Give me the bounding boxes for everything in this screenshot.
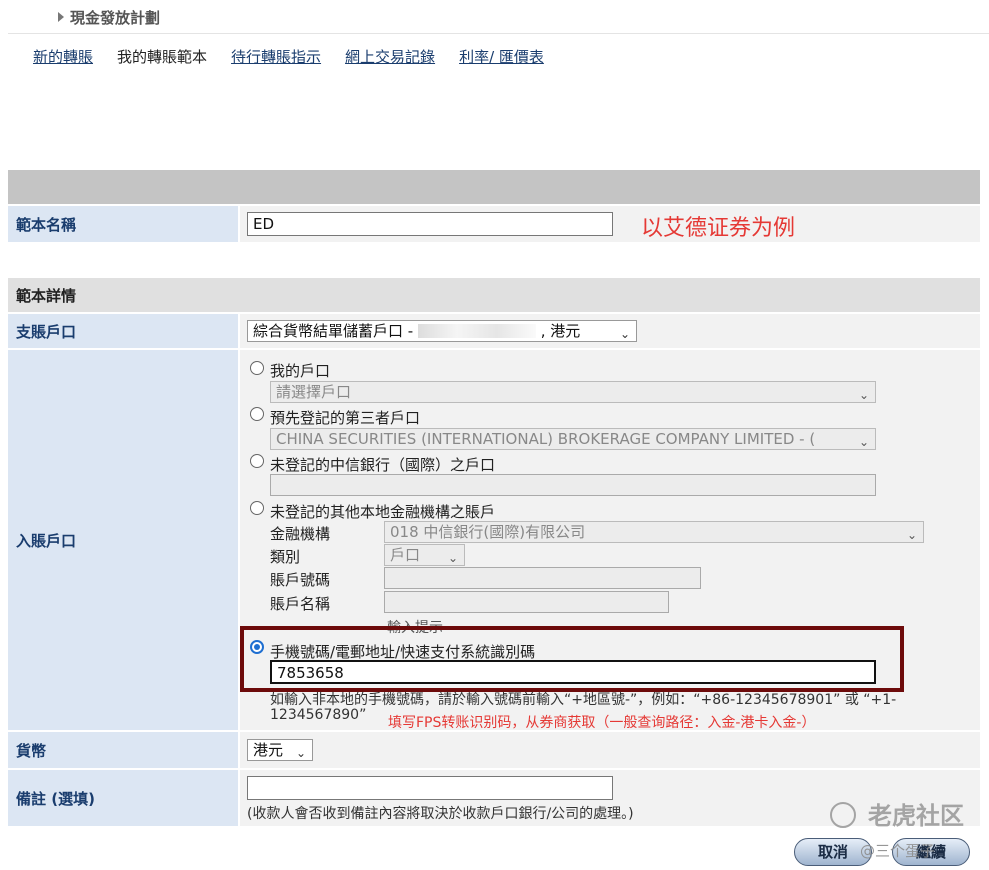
remarks-label: 備註 (選填) [8,770,238,826]
tiger-logo-icon [830,802,856,828]
tab-my-templates[interactable]: 我的轉賬範本 [117,46,207,67]
tab-new-transfer[interactable]: 新的轉賬 [33,46,93,67]
tab-rates[interactable]: 利率/ 匯價表 [459,46,544,67]
account-number-input[interactable] [384,567,701,589]
debit-account-label: 支賬戶口 [8,314,238,348]
redacted-account-number [417,324,536,338]
debit-account-prefix: 綜合貨幣結單儲蓄戶口 - [253,322,414,340]
institution-select-value: 018 中信銀行(國際)有限公司 [390,523,586,541]
tab-transaction-records[interactable]: 網上交易記錄 [345,46,435,67]
watermark-brand: 老虎社区 [868,802,964,830]
currency-select[interactable]: 港元 ⌄ [247,739,313,761]
credit-account-label-text: 入賬戶口 [16,531,77,550]
account-name-input[interactable] [384,591,669,613]
my-account-label: 我的戶口 [270,362,331,380]
details-heading-text: 範本詳情 [16,286,77,305]
unregistered-other-label: 未登記的其他本地金融機構之賬戶 [270,503,496,521]
radio-unregistered-other[interactable] [250,501,264,515]
template-name-input[interactable]: ED [247,212,613,236]
fps-annotation: 填写FPS转账识别码，从券商获取（一般查询路径：入金-港卡入金-） [388,715,816,731]
caret-right-icon [58,12,64,22]
institution-label: 金融機構 [270,525,331,543]
registered-third-party-select[interactable]: CHINA SECURITIES (INTERNATIONAL) BROKERA… [270,428,876,450]
chevron-down-icon: ⌄ [858,432,869,449]
watermark-user: @三个蛋子 [860,842,936,860]
account-name-label: 賬戶名稱 [270,595,331,613]
section-title[interactable]: 現金發放計劃 [58,7,160,28]
registered-third-party-value: CHINA SECURITIES (INTERNATIONAL) BROKERA… [276,430,816,448]
chevron-down-icon: ⌄ [447,551,458,565]
form-header-band [8,170,980,204]
currency-select-value: 港元 [253,741,284,759]
nav-tabs: 新的轉賬 我的轉賬範本 待行轉賬指示 網上交易記錄 利率/ 匯價表 [33,46,544,67]
radio-my-account[interactable] [250,361,264,375]
currency-label: 貨幣 [8,732,238,768]
my-account-select-value: 請選擇戶口 [276,383,352,401]
chevron-down-icon: ⌄ [619,327,630,341]
debit-account-select[interactable]: 綜合貨幣結單儲蓄戶口 - , 港元 ⌄ [247,320,637,342]
debit-account-suffix: , 港元 [540,322,581,340]
chevron-down-icon: ⌄ [858,388,869,402]
unregistered-citic-input[interactable] [270,474,876,496]
remarks-input[interactable] [247,776,613,800]
fps-help-line2: 1234567890” [270,707,367,723]
radio-unregistered-citic[interactable] [250,454,264,468]
currency-cell [240,732,980,768]
fps-input[interactable]: 7853658 [270,660,876,684]
account-number-label: 賬戶號碼 [270,571,331,589]
radio-registered-third-party[interactable] [250,407,264,421]
registered-third-party-label: 預先登記的第三者戶口 [270,409,421,427]
currency-label-text: 貨幣 [16,741,47,760]
watermark: 老虎社区 [830,796,964,831]
chevron-down-icon: ⌄ [906,528,917,542]
template-name-annotation: 以艾德证券为例 [641,216,796,241]
fps-help-line1: 如輸入非本地的手機號碼，請於輸入號碼前輸入“+地區號-”，例如：“+86-123… [270,692,897,708]
unregistered-citic-label: 未登記的中信銀行（國際）之戶口 [270,456,496,474]
remarks-label-text: 備註 (選填) [16,789,95,808]
type-select[interactable]: 戶口 ⌄ [384,544,465,566]
tab-pending-instructions[interactable]: 待行轉賬指示 [231,46,321,67]
template-name-label: 範本名稱 [8,206,238,242]
remarks-note: (收款人會否收到備註內容將取決於收款戶口銀行/公司的處理。) [247,806,634,822]
type-label: 類別 [270,548,301,566]
section-title-text: 現金發放計劃 [70,9,161,27]
institution-select[interactable]: 018 中信銀行(國際)有限公司 ⌄ [384,521,924,543]
type-select-value: 戶口 [390,546,421,564]
credit-account-label: 入賬戶口 [8,350,238,730]
debit-account-label-text: 支賬戶口 [16,322,77,341]
fps-label: 手機號碼/電郵地址/快速支付系統識別碼 [270,643,536,661]
radio-fps[interactable] [250,640,264,654]
template-name-label-text: 範本名稱 [16,215,77,234]
my-account-select[interactable]: 請選擇戶口 ⌄ [270,381,876,403]
details-heading: 範本詳情 [8,278,980,312]
chevron-down-icon: ⌄ [295,746,306,760]
